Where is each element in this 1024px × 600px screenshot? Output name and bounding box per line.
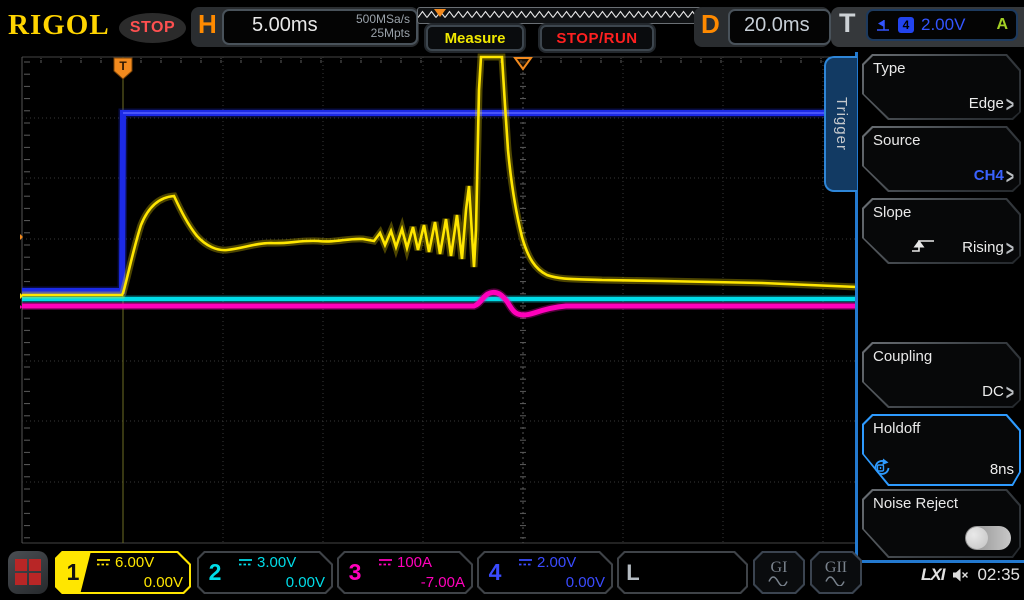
- trigger-time-marker[interactable]: T: [114, 58, 132, 79]
- trigger-menu-tab[interactable]: Trigger: [824, 56, 857, 192]
- channel-3-scale: 100A: [397, 554, 432, 571]
- digital-channels-status[interactable]: L 0 1 2 3 4 5 6 7 8 9 1011 12131415: [617, 551, 748, 594]
- trigger-mode-indicator: A: [996, 16, 1008, 34]
- slope-value: Rising: [962, 239, 1004, 256]
- type-value: Edge: [969, 95, 1004, 112]
- trigger-label: T: [839, 8, 856, 39]
- chevron-right-icon: >: [1006, 236, 1014, 260]
- gen2-label: GII: [825, 560, 847, 575]
- rigol-logo: RIGOL: [8, 9, 110, 42]
- waveform-gen1-button[interactable]: GI: [753, 551, 805, 594]
- delay-position-marker[interactable]: [515, 58, 531, 69]
- channel-4-status[interactable]: 4 2.00V 0.00V: [477, 551, 613, 594]
- sample-rate-memdepth: 500MSa/s 25Mpts: [306, 12, 410, 40]
- memory-depth: 25Mpts: [306, 26, 410, 40]
- noise-reject-label: Noise Reject: [873, 495, 958, 512]
- channel-2-number: 2: [197, 551, 233, 594]
- sine-wave-icon: [824, 575, 848, 586]
- menu-item-source[interactable]: Source CH4>: [862, 126, 1021, 192]
- channel-2-status[interactable]: 2 3.00V 0.00V: [197, 551, 333, 594]
- horizontal-label: H: [198, 9, 217, 40]
- channel-1-status[interactable]: 1 6.00V 0.00V: [55, 551, 191, 594]
- digital-channel-numbers: 0 1 2 3 4 5 6 7 8 9 1011 12131415: [651, 553, 746, 592]
- noise-reject-toggle[interactable]: [965, 526, 1011, 550]
- sound-muted-icon: [952, 568, 969, 582]
- sidebar-border-bottom: [855, 560, 1024, 563]
- knob-adjust-icon: [871, 458, 891, 478]
- dc-coupling-icon: [96, 558, 111, 567]
- channel-3-offset: -7.00A: [421, 574, 465, 591]
- waveform-gen2-button[interactable]: GII: [810, 551, 862, 594]
- type-label: Type: [873, 60, 906, 77]
- ch1-trace: [22, 57, 857, 295]
- acquisition-status-badge: STOP: [119, 13, 186, 43]
- toggle-knob: [966, 527, 988, 549]
- menu-item-holdoff[interactable]: Holdoff 8ns: [862, 414, 1021, 486]
- rising-edge-icon: [910, 238, 936, 254]
- coupling-label: Coupling: [873, 348, 932, 365]
- source-value: CH4: [974, 167, 1004, 184]
- channel-4-number: 4: [477, 551, 513, 594]
- trigger-time-marker-label: T: [119, 59, 127, 73]
- trigger-level-value: 2.00V: [921, 15, 965, 35]
- dc-coupling-icon: [518, 558, 533, 567]
- status-row: LXI 02:35: [890, 565, 1020, 585]
- holdoff-value: 8ns: [990, 461, 1014, 478]
- horizontal-position-strip[interactable]: [417, 7, 702, 24]
- digital-channels-label: L: [617, 551, 649, 594]
- trigger-menu-tab-label: Trigger: [833, 97, 850, 151]
- channel-2-offset: 0.00V: [286, 574, 325, 591]
- channel-3-number: 3: [337, 551, 373, 594]
- menu-item-coupling[interactable]: Coupling DC>: [862, 342, 1021, 408]
- channel-1-offset: 0.00V: [144, 574, 183, 591]
- ch4-trace: [22, 113, 857, 291]
- source-label: Source: [873, 132, 921, 149]
- menu-item-type[interactable]: Type Edge>: [862, 54, 1021, 120]
- coupling-value: DC: [982, 383, 1004, 400]
- measure-button[interactable]: Measure: [426, 25, 524, 51]
- menu-item-noise-reject[interactable]: Noise Reject: [862, 489, 1021, 558]
- dc-coupling-icon: [378, 558, 393, 567]
- chevron-right-icon: >: [1006, 380, 1014, 404]
- channel-4-offset: 0.00V: [566, 574, 605, 591]
- channel-4-scale: 2.00V: [537, 554, 576, 571]
- delay-label: D: [701, 9, 720, 40]
- channel-1-scale: 6.00V: [115, 554, 154, 571]
- waveform-display: T T 1: [20, 52, 858, 545]
- chevron-right-icon: >: [1006, 164, 1014, 188]
- stop-run-button[interactable]: STOP/RUN: [540, 25, 654, 51]
- lxi-indicator: LXI: [921, 565, 944, 585]
- channel-2-scale: 3.00V: [257, 554, 296, 571]
- channel-menu-button[interactable]: [8, 551, 48, 594]
- chevron-right-icon: >: [1006, 92, 1014, 116]
- sine-wave-icon: [767, 575, 791, 586]
- waveform-overview-icon: [418, 8, 699, 21]
- dc-coupling-icon: [238, 558, 253, 567]
- slope-label: Slope: [873, 204, 911, 221]
- sample-rate: 500MSa/s: [306, 12, 410, 26]
- holdoff-label: Holdoff: [873, 420, 920, 437]
- oscilloscope-screen: RIGOL STOP H 5.00ms 500MSa/s 25Mpts Meas…: [0, 0, 1024, 600]
- trigger-source-badge: 4: [898, 17, 914, 33]
- trigger-status-box[interactable]: 4 2.00V A: [866, 9, 1018, 41]
- delay-value: 20.0ms: [744, 14, 810, 37]
- gen1-label: GI: [771, 560, 788, 575]
- channel-3-status[interactable]: 3 100A -7.00A: [337, 551, 473, 594]
- edge-trigger-icon: [876, 18, 891, 32]
- clock: 02:35: [977, 565, 1020, 585]
- menu-item-slope[interactable]: Slope Rising>: [862, 198, 1021, 264]
